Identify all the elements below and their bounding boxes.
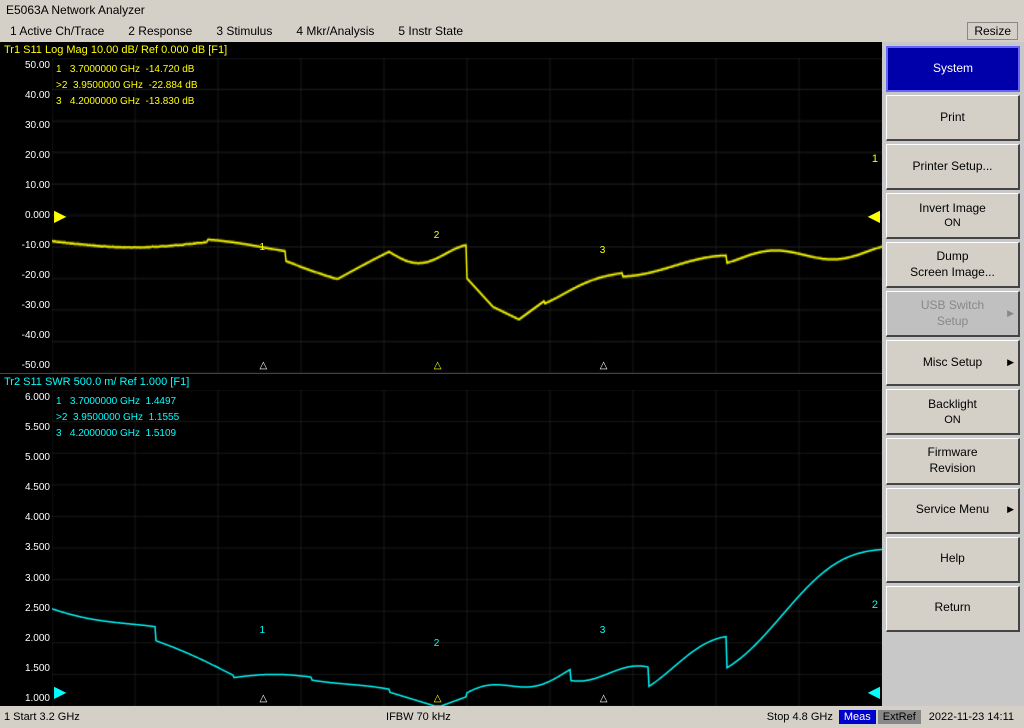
trace1-y-m10: -10.00 bbox=[2, 240, 50, 251]
sidebar: System Print Printer Setup... Invert Ima… bbox=[882, 42, 1024, 706]
trace1-y-m40: -40.00 bbox=[2, 330, 50, 341]
chart-area: Tr1 S11 Log Mag 10.00 dB/ Ref 0.000 dB [… bbox=[0, 42, 882, 706]
sidebar-btn-service-menu[interactable]: Service Menu bbox=[886, 488, 1020, 534]
trace2-y-35: 3.500 bbox=[2, 542, 50, 553]
trace1-marker2: >2 3.9500000 GHz -22.884 dB bbox=[56, 78, 198, 94]
trace1-tri2: △ bbox=[434, 360, 442, 371]
status-meas: Meas bbox=[839, 710, 876, 724]
sidebar-btn-misc-setup[interactable]: Misc Setup bbox=[886, 340, 1020, 386]
trace2-y-2: 2.000 bbox=[2, 633, 50, 644]
sidebar-btn-return[interactable]: Return bbox=[886, 586, 1020, 632]
trace2-y-1: 1.000 bbox=[2, 693, 50, 704]
sidebar-btn-print[interactable]: Print bbox=[886, 95, 1020, 141]
trace1-canvas-wrap: 50.00 40.00 30.00 20.00 10.00 0.000 -10.… bbox=[0, 58, 882, 373]
menu-item-active-ch[interactable]: 1 Active Ch/Trace bbox=[6, 22, 108, 40]
trace2-y-axis: 6.000 5.500 5.000 4.500 4.000 3.500 3.00… bbox=[0, 390, 52, 706]
trace1-y-30: 30.00 bbox=[2, 120, 50, 131]
trace1-mknum2: 2 bbox=[434, 230, 440, 241]
trace2-mknum2: 2 bbox=[434, 638, 440, 649]
trace1-marker1: 1 3.7000000 GHz -14.720 dB bbox=[56, 62, 198, 78]
trace1-y-50: 50.00 bbox=[2, 60, 50, 71]
trace2-y-45: 4.500 bbox=[2, 482, 50, 493]
status-bar: 1 Start 3.2 GHz IFBW 70 kHz Stop 4.8 GHz… bbox=[0, 706, 1024, 728]
menu-item-instr[interactable]: 5 Instr State bbox=[394, 22, 467, 40]
menu-item-stimulus[interactable]: 3 Stimulus bbox=[212, 22, 276, 40]
trace1-y-m30: -30.00 bbox=[2, 300, 50, 311]
trace2-tri2: △ bbox=[434, 693, 442, 704]
trace2-marker1: 1 3.7000000 GHz 1.4497 bbox=[56, 394, 179, 410]
trace1-tri3: △ bbox=[600, 360, 608, 371]
sidebar-btn-system[interactable]: System bbox=[886, 46, 1020, 92]
sidebar-btn-help[interactable]: Help bbox=[886, 537, 1020, 583]
trace2-label: Tr2 S11 SWR 500.0 m/ Ref 1.000 [F1] bbox=[4, 376, 189, 388]
trace2-mknum3: 3 bbox=[600, 625, 606, 636]
trace2-number: 2 bbox=[872, 599, 878, 611]
trace1-y-10: 10.00 bbox=[2, 180, 50, 191]
trace1-wrapper: Tr1 S11 Log Mag 10.00 dB/ Ref 0.000 dB [… bbox=[0, 42, 882, 374]
main-area: Tr1 S11 Log Mag 10.00 dB/ Ref 0.000 dB [… bbox=[0, 42, 1024, 706]
trace1-y-m20: -20.00 bbox=[2, 270, 50, 281]
trace2-tri1: △ bbox=[260, 693, 268, 704]
resize-button[interactable]: Resize bbox=[967, 22, 1018, 40]
trace1-ref-left: ▶ bbox=[54, 206, 66, 226]
trace2-mknum1: 1 bbox=[260, 625, 266, 636]
status-ifbw: IFBW 70 kHz bbox=[280, 711, 556, 723]
title-text: E5063A Network Analyzer bbox=[6, 3, 145, 17]
sidebar-btn-firmware[interactable]: Firmware Revision bbox=[886, 438, 1020, 484]
trace2-ref-left: ▶ bbox=[54, 682, 66, 702]
trace1-header: Tr1 S11 Log Mag 10.00 dB/ Ref 0.000 dB [… bbox=[0, 42, 882, 58]
trace1-marker-readout: 1 3.7000000 GHz -14.720 dB >2 3.9500000 … bbox=[56, 62, 198, 110]
trace1-mknum3: 3 bbox=[600, 245, 606, 256]
trace2-y-3: 3.000 bbox=[2, 573, 50, 584]
trace1-number: 1 bbox=[872, 153, 878, 165]
trace1-y-axis: 50.00 40.00 30.00 20.00 10.00 0.000 -10.… bbox=[0, 58, 52, 373]
trace2-y-25: 2.500 bbox=[2, 603, 50, 614]
trace2-ref-right: ◀ bbox=[868, 682, 880, 702]
trace1-plot: 1 3.7000000 GHz -14.720 dB >2 3.9500000 … bbox=[52, 58, 882, 373]
trace1-y-40: 40.00 bbox=[2, 90, 50, 101]
sidebar-btn-printer-setup[interactable]: Printer Setup... bbox=[886, 144, 1020, 190]
trace2-y-4: 4.000 bbox=[2, 512, 50, 523]
trace2-canvas-wrap: 6.000 5.500 5.000 4.500 4.000 3.500 3.00… bbox=[0, 390, 882, 706]
trace2-header: Tr2 S11 SWR 500.0 m/ Ref 1.000 [F1] bbox=[0, 374, 882, 390]
title-bar: E5063A Network Analyzer bbox=[0, 0, 1024, 20]
status-datetime: 2022-11-23 14:11 bbox=[923, 710, 1020, 724]
trace1-label: Tr1 S11 Log Mag 10.00 dB/ Ref 0.000 dB [… bbox=[4, 44, 227, 56]
trace2-marker3: 3 4.2000000 GHz 1.5109 bbox=[56, 426, 179, 442]
menu-item-mkr[interactable]: 4 Mkr/Analysis bbox=[292, 22, 378, 40]
status-start: 1 Start 3.2 GHz bbox=[4, 711, 280, 723]
trace2-marker2: >2 3.9500000 GHz 1.1555 bbox=[56, 410, 179, 426]
trace1-y-20: 20.00 bbox=[2, 150, 50, 161]
sidebar-btn-invert-image[interactable]: Invert Image ON bbox=[886, 193, 1020, 239]
trace1-tri1: △ bbox=[260, 360, 268, 371]
status-stop: Stop 4.8 GHz bbox=[557, 711, 833, 723]
trace1-ref-right: ◀ bbox=[868, 206, 880, 226]
trace1-marker3: 3 4.2000000 GHz -13.830 dB bbox=[56, 94, 198, 110]
sidebar-btn-backlight[interactable]: Backlight ON bbox=[886, 389, 1020, 435]
menu-bar: 1 Active Ch/Trace 2 Response 3 Stimulus … bbox=[0, 20, 1024, 42]
trace2-marker-readout: 1 3.7000000 GHz 1.4497 >2 3.9500000 GHz … bbox=[56, 394, 179, 442]
sidebar-btn-dump-screen[interactable]: Dump Screen Image... bbox=[886, 242, 1020, 288]
trace2-y-5: 5.000 bbox=[2, 452, 50, 463]
menu-item-response[interactable]: 2 Response bbox=[124, 22, 196, 40]
trace2-y-15: 1.500 bbox=[2, 663, 50, 674]
trace2-plot: 1 3.7000000 GHz 1.4497 >2 3.9500000 GHz … bbox=[52, 390, 882, 706]
trace2-y-55: 5.500 bbox=[2, 422, 50, 433]
trace2-tri3: △ bbox=[600, 693, 608, 704]
trace1-mknum1: 1 bbox=[260, 242, 266, 253]
status-extref: ExtRef bbox=[878, 710, 921, 724]
sidebar-btn-usb-switch[interactable]: USB Switch Setup bbox=[886, 291, 1020, 337]
trace2-y-6: 6.000 bbox=[2, 392, 50, 403]
trace1-y-m50: -50.00 bbox=[2, 360, 50, 371]
trace1-y-0: 0.000 bbox=[2, 210, 50, 221]
trace2-wrapper: Tr2 S11 SWR 500.0 m/ Ref 1.000 [F1] 6.00… bbox=[0, 374, 882, 706]
